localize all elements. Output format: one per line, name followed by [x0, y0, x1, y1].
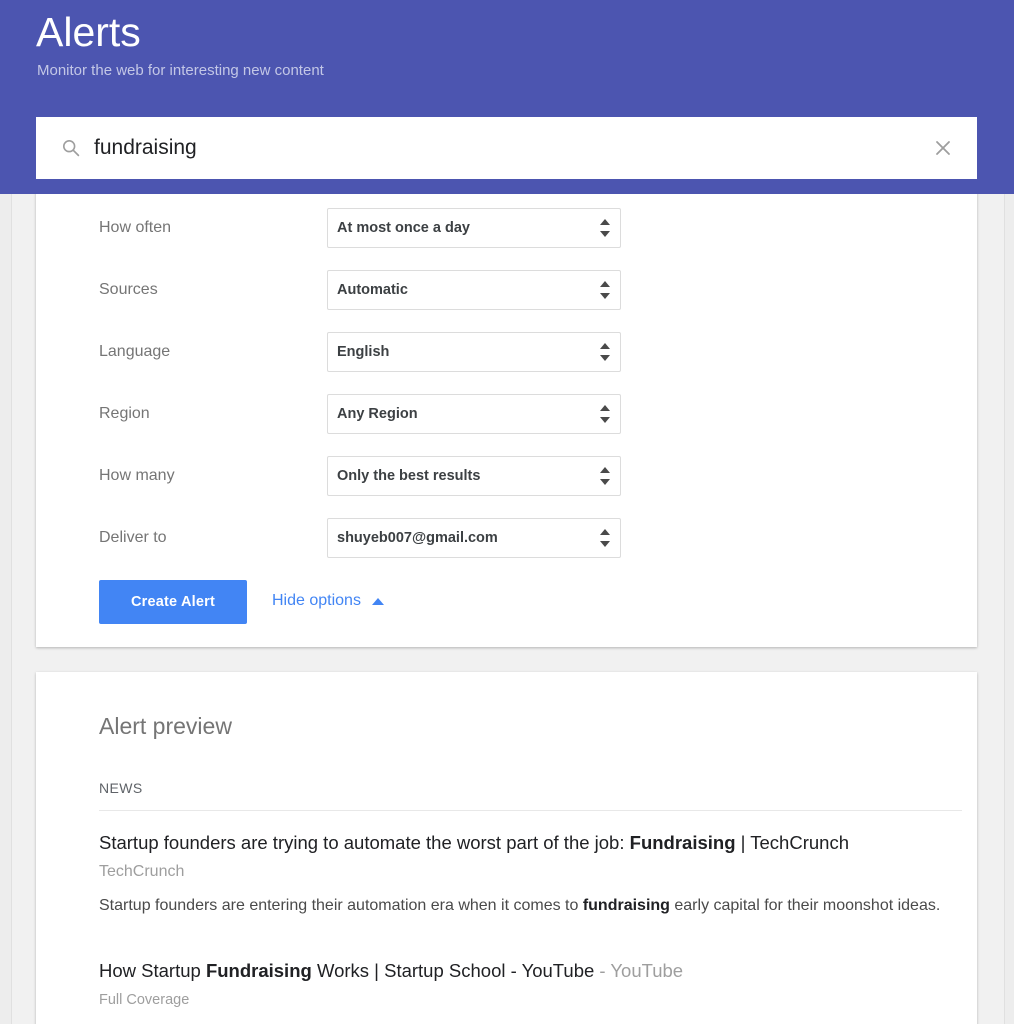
hide-options-toggle[interactable]: Hide options — [272, 592, 384, 610]
option-label-how-often: How often — [99, 219, 172, 236]
page-right-gutter — [1004, 194, 1014, 1024]
option-row-how-many: How many Only the best results — [36, 445, 977, 507]
option-select-language[interactable]: English — [327, 332, 621, 372]
alert-preview-title: Alert preview — [99, 713, 232, 739]
preview-result-item: Startup founders are trying to automate … — [99, 830, 967, 920]
option-select-wrap-deliver-to: shuyeb007@gmail.com — [327, 518, 621, 558]
alert-search-box — [36, 117, 977, 179]
preview-result-item: How Startup Fundraising Works | Startup … — [99, 958, 967, 1011]
clear-search-button[interactable] — [925, 130, 961, 166]
app-header: Alerts Monitor the web for interesting n… — [0, 0, 1014, 194]
option-label-how-many: How many — [99, 467, 175, 484]
option-row-sources: Sources Automatic — [36, 259, 977, 321]
preview-divider — [99, 810, 962, 811]
search-icon — [62, 139, 80, 157]
result-title[interactable]: Startup founders are trying to automate … — [99, 830, 967, 856]
alert-actions: Create Alert Hide options — [36, 580, 977, 640]
page-title: Alerts — [36, 9, 141, 55]
option-select-sources[interactable]: Automatic — [327, 270, 621, 310]
page-subtitle: Monitor the web for interesting new cont… — [37, 62, 324, 79]
page-left-gutter — [0, 194, 12, 1024]
option-select-wrap-language: English — [327, 332, 621, 372]
result-source: TechCrunch — [99, 863, 185, 880]
option-row-language: Language English — [36, 321, 977, 383]
search-input[interactable] — [94, 117, 934, 179]
close-icon — [933, 138, 953, 158]
result-title[interactable]: How Startup Fundraising Works | Startup … — [99, 958, 967, 984]
create-alert-button[interactable]: Create Alert — [99, 580, 247, 624]
alert-preview-card: Alert preview NEWS Startup founders are … — [36, 672, 977, 1024]
alert-options-card: How often At most once a day Sources Automa… — [36, 194, 977, 647]
option-label-region: Region — [99, 405, 150, 422]
hide-options-label: Hide options — [272, 592, 361, 609]
result-snippet: Startup founders are entering their auto… — [99, 897, 941, 914]
option-select-how-many[interactable]: Only the best results — [327, 456, 621, 496]
option-select-wrap-how-many: Only the best results — [327, 456, 621, 496]
option-select-how-often[interactable]: At most once a day — [327, 208, 621, 248]
option-select-wrap-region: Any Region — [327, 394, 621, 434]
option-label-language: Language — [99, 343, 171, 360]
option-row-how-often: How often At most once a day — [36, 197, 977, 259]
option-label-sources: Sources — [99, 281, 158, 298]
option-label-deliver-to: Deliver to — [99, 529, 167, 546]
option-select-deliver-to[interactable]: shuyeb007@gmail.com — [327, 518, 621, 558]
option-select-region[interactable]: Any Region — [327, 394, 621, 434]
option-select-wrap-sources: Automatic — [327, 270, 621, 310]
preview-section-news: NEWS — [99, 780, 143, 796]
content-scroll-area[interactable]: How often At most once a day Sources Automa… — [12, 194, 1003, 1024]
google-alerts-page: How often At most once a day Sources Automa… — [0, 0, 1014, 1024]
caret-up-icon — [371, 598, 384, 605]
option-row-deliver-to: Deliver to shuyeb007@gmail.com — [36, 507, 977, 569]
result-full-coverage-link[interactable]: Full Coverage — [99, 989, 967, 1011]
option-select-wrap-how-often: At most once a day — [327, 208, 621, 248]
option-row-region: Region Any Region — [36, 383, 977, 445]
